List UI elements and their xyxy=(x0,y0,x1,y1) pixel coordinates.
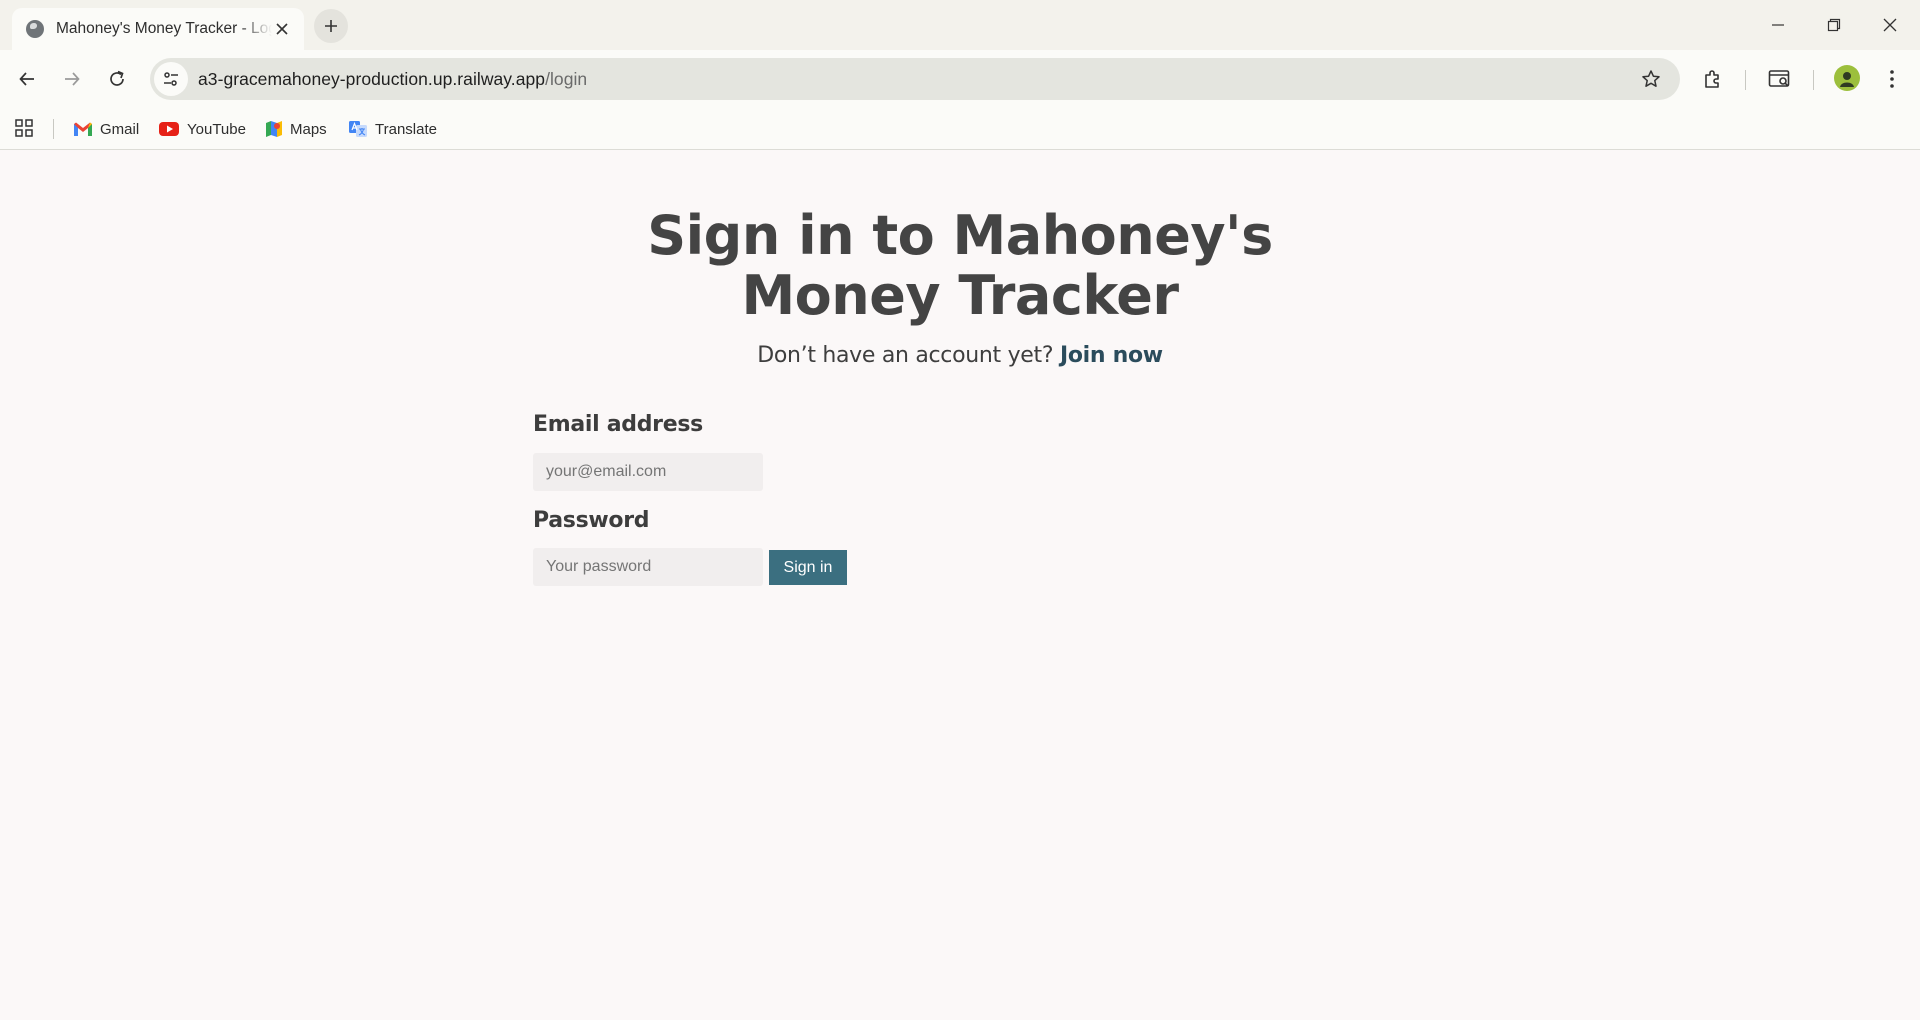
bookmarks-bar: Gmail YouTube Maps Translate xyxy=(0,108,1920,150)
email-field[interactable] xyxy=(533,453,763,491)
bookmark-star-button[interactable] xyxy=(1636,64,1666,94)
profile-avatar[interactable] xyxy=(1834,65,1860,91)
url-host: a3-gracemahoney-production.up.railway.ap… xyxy=(198,68,546,89)
back-button[interactable] xyxy=(10,62,44,96)
browser-toolbar: a3-gracemahoney-production.up.railway.ap… xyxy=(0,50,1920,108)
signup-prompt: Don’t have an account yet? Join now xyxy=(560,343,1360,368)
bookmark-youtube[interactable]: YouTube xyxy=(158,115,246,143)
bookmark-translate[interactable]: Translate xyxy=(348,115,437,143)
minimize-button[interactable] xyxy=(1750,0,1806,50)
arrow-left-icon xyxy=(19,72,34,86)
tab-strip: Mahoney's Money Tracker - Login xyxy=(0,0,1920,50)
url-text: a3-gracemahoney-production.up.railway.ap… xyxy=(198,69,587,90)
youtube-icon xyxy=(159,122,179,136)
gmail-icon xyxy=(74,122,92,136)
arrow-right-icon xyxy=(65,72,80,86)
tab-title: Mahoney's Money Tracker - Login xyxy=(56,20,273,37)
puzzle-icon xyxy=(1705,70,1719,88)
url-path: /login xyxy=(545,68,588,89)
forward-button[interactable] xyxy=(55,62,89,96)
apps-grid-icon[interactable] xyxy=(14,118,34,138)
menu-button[interactable] xyxy=(1875,62,1909,96)
star-icon xyxy=(1642,70,1660,87)
tab-search-icon xyxy=(1768,70,1790,87)
globe-icon xyxy=(26,20,44,38)
reload-icon xyxy=(110,70,124,86)
extensions-button[interactable] xyxy=(1696,62,1730,96)
minimize-icon xyxy=(1772,24,1784,26)
plus-icon xyxy=(325,20,337,32)
bookmark-label: Gmail xyxy=(100,120,140,138)
new-tab-button[interactable] xyxy=(314,9,348,43)
tune-icon xyxy=(164,72,178,86)
close-window-button[interactable] xyxy=(1862,0,1918,50)
bookmark-maps[interactable]: Maps xyxy=(265,115,327,143)
page-title: Sign in to Mahoney's Money Tracker xyxy=(647,204,1273,327)
signup-prompt-text: Don’t have an account yet? xyxy=(757,343,1054,368)
login-page: Sign in to Mahoney's Money Tracker Don’t… xyxy=(0,151,1920,1020)
close-icon xyxy=(276,23,288,35)
browser-tab[interactable]: Mahoney's Money Tracker - Login xyxy=(12,8,304,50)
password-field[interactable] xyxy=(533,548,763,586)
join-now-link[interactable]: Join now xyxy=(1060,343,1163,368)
address-bar[interactable]: a3-gracemahoney-production.up.railway.ap… xyxy=(150,58,1680,100)
more-vert-icon xyxy=(1890,70,1894,88)
email-label: Email address xyxy=(533,412,703,437)
restore-button[interactable] xyxy=(1806,0,1862,50)
restore-icon xyxy=(1827,18,1841,32)
sign-in-button[interactable]: Sign in xyxy=(769,550,847,585)
toolbar-divider xyxy=(1745,70,1746,90)
maps-icon xyxy=(266,121,282,137)
close-tab-button[interactable] xyxy=(272,19,292,39)
bookmark-label: Maps xyxy=(290,120,327,138)
close-icon xyxy=(1883,18,1897,32)
site-info-button[interactable] xyxy=(154,62,188,96)
reload-button[interactable] xyxy=(100,62,134,96)
bookmark-label: Translate xyxy=(375,120,437,138)
bookmark-label: YouTube xyxy=(187,120,246,138)
bookmarks-divider xyxy=(53,119,54,139)
search-tabs-button[interactable] xyxy=(1763,62,1797,96)
toolbar-divider xyxy=(1813,70,1814,90)
bookmark-gmail[interactable]: Gmail xyxy=(73,115,139,143)
translate-icon xyxy=(349,121,367,137)
profile-icon xyxy=(1840,72,1854,87)
password-label: Password xyxy=(533,508,650,533)
